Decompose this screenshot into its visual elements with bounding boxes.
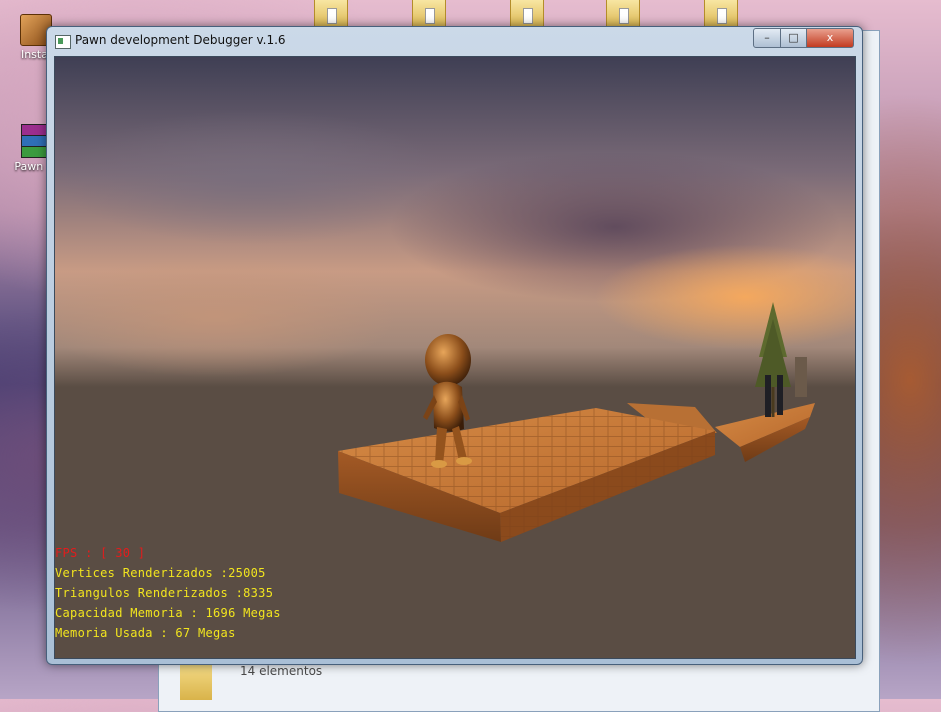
explorer-item-count: 14 elementos <box>240 664 323 678</box>
memory-used: Memoria Usada : 67 Megas <box>55 626 236 640</box>
close-button[interactable]: x <box>806 28 854 48</box>
app-icon <box>55 35 71 49</box>
window-title: Pawn development Debugger v.1.6 <box>75 33 286 47</box>
folder-icon[interactable] <box>314 0 348 29</box>
maximize-button[interactable]: □ <box>780 28 807 48</box>
minimize-button[interactable]: – <box>753 28 781 48</box>
memory-capacity: Capacidad Memoria : 1696 Megas <box>55 606 281 620</box>
folder-icon[interactable] <box>510 0 544 29</box>
folder-icon[interactable] <box>704 0 738 29</box>
vertices-rendered: Vertices Renderizados :25005 <box>55 566 266 580</box>
tree <box>755 302 807 417</box>
folder-icon[interactable] <box>606 0 640 29</box>
fps-counter: FPS : [ 30 ] <box>55 546 146 560</box>
winrar-archive-icon <box>21 124 49 158</box>
folder-icon[interactable] <box>180 660 212 700</box>
debugger-window: Pawn development Debugger v.1.6 – □ x FP… <box>46 26 863 665</box>
folder-icon[interactable] <box>412 0 446 29</box>
triangles-rendered: Triangulos Renderizados :8335 <box>55 586 274 600</box>
brick-platform <box>338 408 715 542</box>
render-viewport[interactable]: FPS : [ 30 ] Vertices Renderizados :2500… <box>54 56 856 659</box>
title-bar[interactable]: Pawn development Debugger v.1.6 – □ x <box>47 27 862 55</box>
